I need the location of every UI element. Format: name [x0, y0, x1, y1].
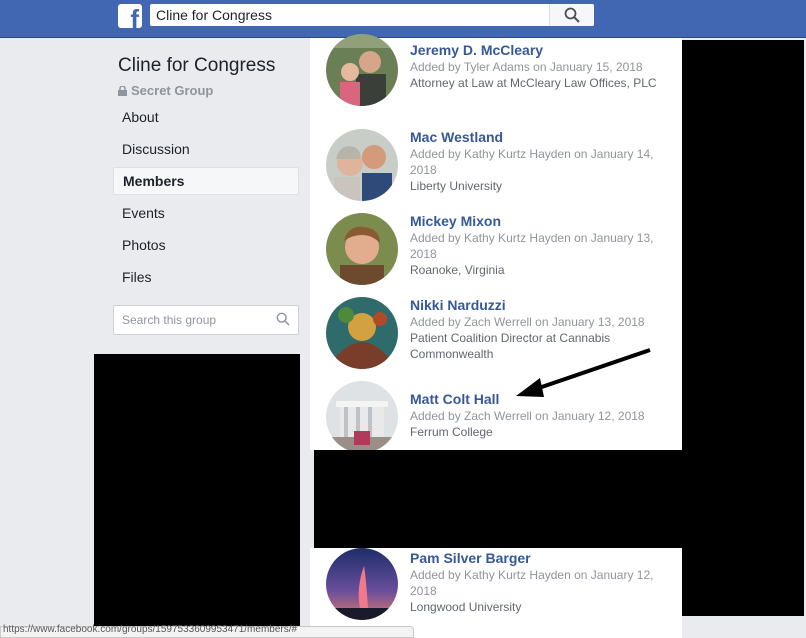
- redaction-block: [94, 354, 300, 633]
- member-name[interactable]: Matt Colt Hall: [410, 391, 499, 407]
- member-avatar[interactable]: [326, 381, 398, 453]
- group-search-placeholder: Search this group: [122, 313, 217, 327]
- search-button[interactable]: [549, 4, 594, 26]
- group-privacy-label: Secret Group: [118, 83, 213, 98]
- member-name[interactable]: Jeremy D. McCleary: [410, 42, 543, 58]
- search-icon: [564, 7, 580, 23]
- member-avatar[interactable]: [326, 213, 398, 285]
- member-added-info: Added by Zach Werrell on January 12, 201…: [410, 408, 674, 440]
- facebook-logo-icon[interactable]: f: [118, 4, 142, 32]
- member-avatar[interactable]: [326, 34, 398, 106]
- browser-status-bar: https://www.facebook.com/groups/15975336…: [0, 624, 414, 638]
- member-detail: Roanoke, Virginia: [410, 263, 505, 277]
- member-avatar[interactable]: [326, 548, 398, 620]
- member-detail: Attorney at Law at McCleary Law Offices,…: [410, 76, 657, 90]
- member-detail: Liberty University: [410, 179, 503, 193]
- member-avatar[interactable]: [326, 297, 398, 369]
- member-name[interactable]: Mickey Mixon: [410, 213, 501, 229]
- annotation-arrow: [516, 348, 651, 397]
- member-added-info: Added by Kathy Kurtz Hayden on January 1…: [410, 567, 674, 615]
- member-added-info: Added by Kathy Kurtz Hayden on January 1…: [410, 230, 674, 278]
- nav-item-photos[interactable]: Photos: [113, 231, 299, 259]
- lock-icon: [118, 85, 127, 96]
- nav-item-members[interactable]: Members: [113, 167, 299, 195]
- group-nav: About Discussion Members Events Photos F…: [113, 103, 299, 295]
- member-added-info: Added by Tyler Adams on January 15, 2018…: [410, 59, 674, 91]
- group-search-field[interactable]: Search this group: [113, 305, 299, 335]
- member-name[interactable]: Pam Silver Barger: [410, 550, 531, 566]
- nav-item-discussion[interactable]: Discussion: [113, 135, 299, 163]
- nav-item-events[interactable]: Events: [113, 199, 299, 227]
- redaction-block: [314, 450, 682, 548]
- member-detail: Longwood University: [410, 600, 522, 614]
- top-navigation-bar: f Cline for Congress: [0, 0, 806, 38]
- member-detail: Ferrum College: [410, 425, 493, 439]
- nav-item-files[interactable]: Files: [113, 263, 299, 291]
- member-name[interactable]: Nikki Narduzzi: [410, 297, 506, 313]
- global-search-input[interactable]: Cline for Congress: [156, 7, 272, 23]
- search-icon: [276, 312, 290, 326]
- global-search-bar[interactable]: Cline for Congress: [150, 4, 594, 26]
- redaction-block: [682, 40, 804, 616]
- member-added-info: Added by Kathy Kurtz Hayden on January 1…: [410, 146, 674, 194]
- member-avatar[interactable]: [326, 129, 398, 201]
- member-name[interactable]: Mac Westland: [410, 129, 503, 145]
- members-list-panel-lower: Pam Silver Barger Added by Kathy Kurtz H…: [310, 548, 682, 638]
- group-title[interactable]: Cline for Congress: [118, 55, 275, 77]
- nav-item-about[interactable]: About: [113, 103, 299, 131]
